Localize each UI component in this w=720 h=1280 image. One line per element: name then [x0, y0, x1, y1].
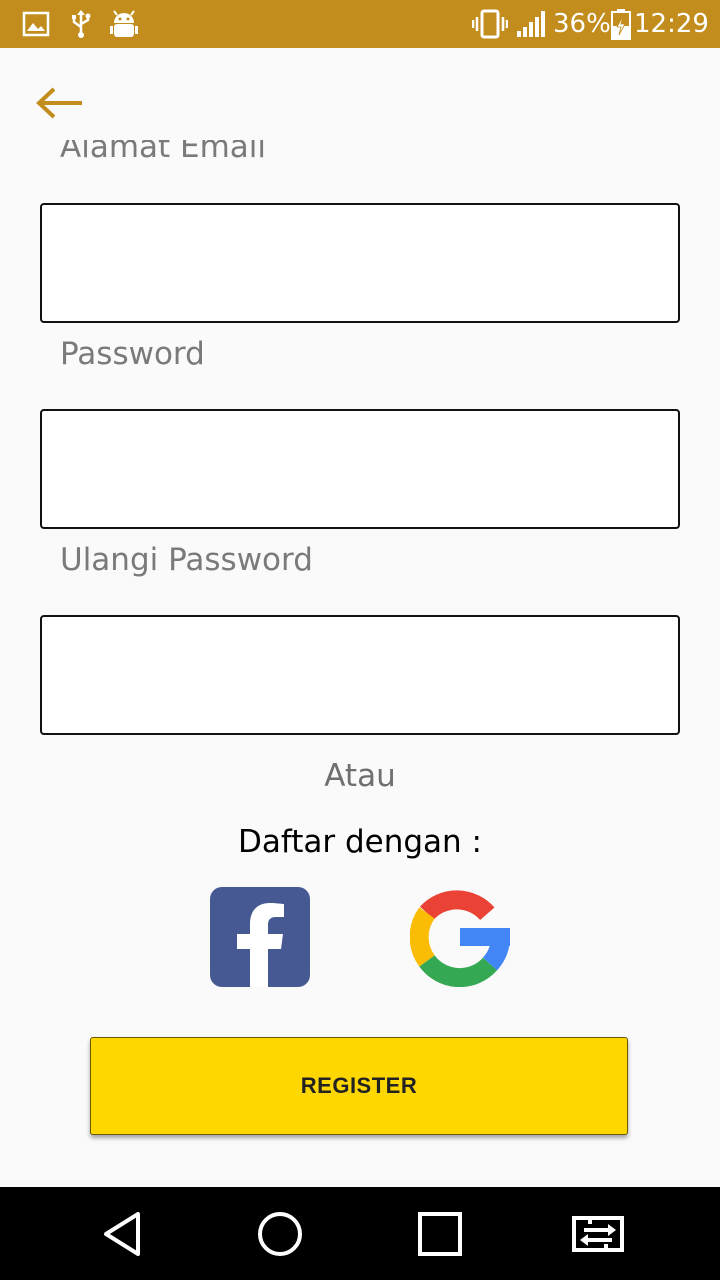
email-label: Alamat Email — [60, 140, 267, 165]
back-button[interactable] — [34, 84, 86, 122]
status-bar: 36% 12:29 — [0, 0, 720, 48]
repeat-password-field[interactable] — [40, 615, 680, 735]
clock: 12:29 — [634, 9, 709, 39]
nav-home-button[interactable] — [250, 1187, 310, 1280]
image-icon — [22, 0, 50, 48]
arrow-left-icon — [36, 87, 82, 119]
nav-switch-app-button[interactable] — [566, 1187, 630, 1280]
usb-icon — [70, 0, 92, 48]
divider-text: Atau — [324, 758, 396, 794]
register-button[interactable]: REGISTER — [90, 1037, 628, 1135]
facebook-button[interactable] — [210, 887, 310, 987]
signal-icon — [516, 0, 548, 48]
battery-percentage: 36% — [553, 9, 611, 39]
navigation-bar — [0, 1187, 720, 1280]
social-signup-label: Daftar dengan : — [237, 824, 482, 860]
facebook-icon — [210, 887, 310, 987]
password-field[interactable] — [40, 409, 680, 529]
recents-icon — [418, 1211, 462, 1256]
back-icon — [104, 1211, 140, 1256]
switch-app-icon — [572, 1215, 624, 1252]
email-field[interactable] — [40, 203, 680, 323]
vibrate-icon — [472, 0, 508, 48]
android-debug-icon — [110, 0, 138, 48]
password-label: Password — [60, 336, 205, 372]
nav-back-button[interactable] — [90, 1187, 154, 1280]
google-icon — [409, 890, 510, 988]
nav-recents-button[interactable] — [410, 1187, 470, 1280]
battery-charging-icon — [610, 0, 632, 48]
repeat-password-label: Ulangi Password — [60, 542, 313, 578]
home-icon — [258, 1211, 302, 1256]
register-form[interactable]: Alamat Email Password Ulangi Password At… — [0, 140, 720, 1187]
google-button[interactable] — [409, 887, 510, 988]
